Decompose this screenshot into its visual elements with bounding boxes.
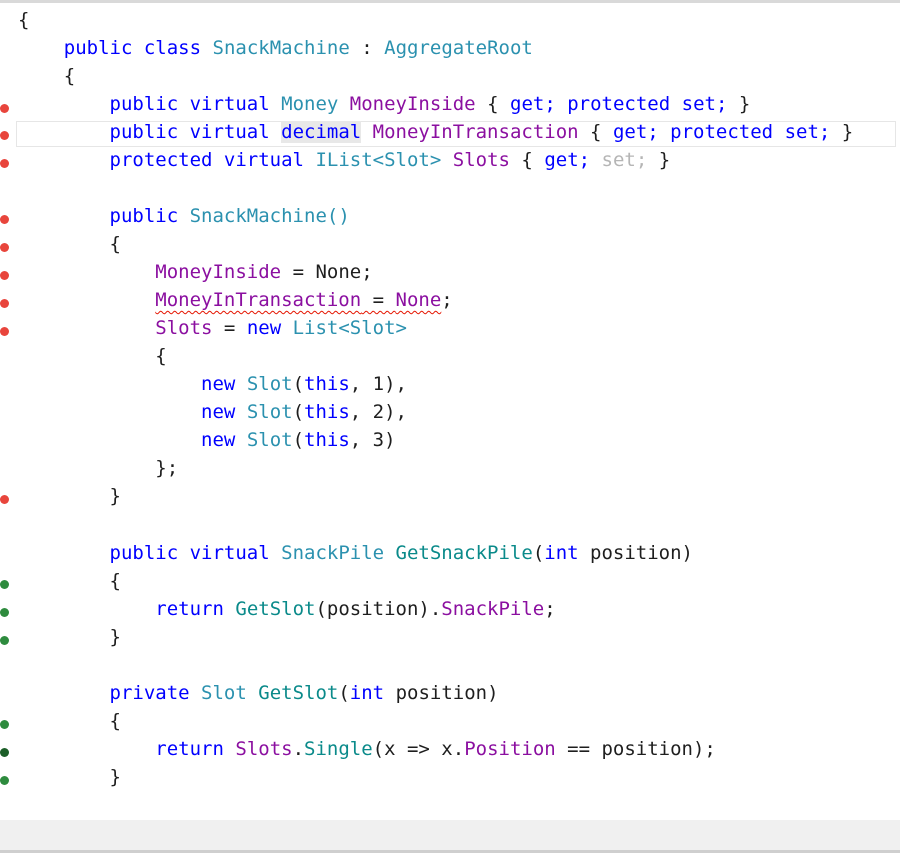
code-line-21[interactable]: { (18, 567, 121, 595)
coverage-marker-green (0, 580, 9, 589)
coverage-marker-red (0, 243, 9, 252)
coverage-marker-green (0, 636, 9, 645)
code-line-16[interactable]: new Slot(this, 3) (18, 426, 396, 454)
coverage-marker-green (0, 608, 9, 617)
coverage-marker-green (0, 748, 9, 757)
code-line-23[interactable]: } (18, 623, 121, 651)
coverage-marker-red (0, 159, 9, 168)
code-line-2[interactable]: public class SnackMachine : AggregateRoo… (18, 34, 533, 62)
code-editor[interactable]: { public class SnackMachine : AggregateR… (0, 3, 900, 820)
coverage-marker-red (0, 104, 9, 113)
coverage-marker-red (0, 215, 9, 224)
coverage-marker-green (0, 720, 9, 729)
code-line-26[interactable]: { (18, 707, 121, 735)
code-line-8[interactable]: public SnackMachine() (18, 202, 350, 230)
code-line-13[interactable]: { (18, 342, 166, 370)
code-line-3[interactable]: { (18, 62, 75, 90)
selected-word: decimal (281, 121, 362, 143)
code-line-11[interactable]: MoneyInTransaction = None; (18, 286, 452, 314)
coverage-marker-red (0, 327, 9, 336)
coverage-marker-red (0, 299, 9, 308)
code-line-9[interactable]: { (18, 230, 121, 258)
code-line-10[interactable]: MoneyInside = None; (18, 258, 372, 286)
code-line-4[interactable]: public virtual Money MoneyInside { get; … (18, 90, 751, 118)
code-line-20[interactable]: public virtual SnackPile GetSnackPile(in… (18, 539, 693, 567)
coverage-marker-red (0, 271, 9, 280)
code-line-14[interactable]: new Slot(this, 1), (18, 370, 407, 398)
code-line-6[interactable]: protected virtual IList<Slot> Slots { ge… (18, 146, 671, 174)
coverage-marker-red (0, 131, 9, 140)
code-line-15[interactable]: new Slot(this, 2), (18, 398, 407, 426)
editor-footer-bar (0, 820, 900, 850)
code-line-12[interactable]: Slots = new List<Slot> (18, 314, 407, 342)
error-squiggle: MoneyInTransaction = None (155, 289, 442, 311)
code-line-27[interactable]: return Slots.Single(x => x.Position == p… (18, 735, 716, 763)
code-line-1[interactable]: { (18, 6, 29, 34)
code-line-22[interactable]: return GetSlot(position).SnackPile; (18, 595, 555, 623)
code-line-17[interactable]: }; (18, 454, 178, 482)
code-line-25[interactable]: private Slot GetSlot(int position) (18, 679, 499, 707)
code-line-28[interactable]: } (18, 763, 121, 791)
coverage-marker-green (0, 776, 9, 785)
code-line-18[interactable]: } (18, 482, 121, 510)
code-line-5[interactable]: public virtual decimal MoneyInTransactio… (18, 118, 853, 146)
coverage-marker-red (0, 495, 9, 504)
